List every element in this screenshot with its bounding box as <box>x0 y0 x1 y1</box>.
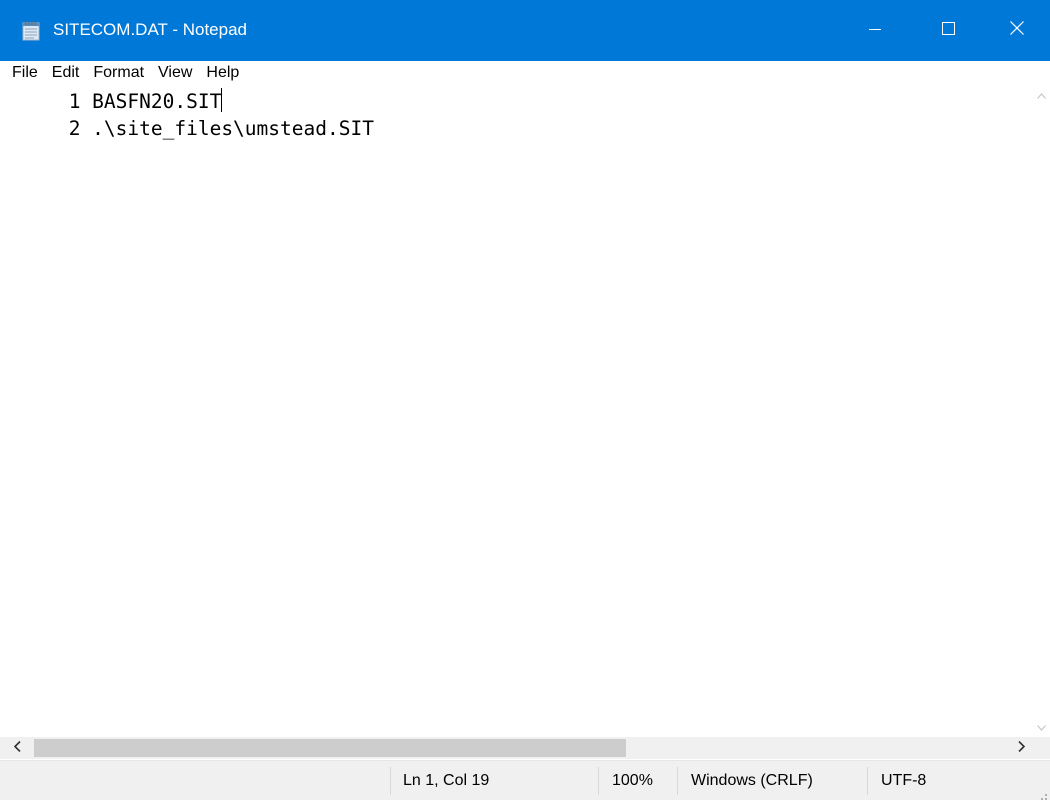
title-bar[interactable]: SITECOM.DAT - Notepad <box>0 0 1050 61</box>
notepad-icon[interactable] <box>22 21 40 41</box>
chevron-right-icon <box>1017 739 1025 757</box>
notepad-window: SITECOM.DAT - Notepad File Edit Format V… <box>0 0 1050 800</box>
menu-bar: File Edit Format View Help <box>0 61 1050 85</box>
chevron-left-icon <box>13 739 21 757</box>
status-separator <box>598 767 599 795</box>
editor-line: 1 BASFN20.SIT <box>10 90 222 113</box>
chevron-down-icon <box>1036 718 1046 736</box>
editor-content[interactable]: 1 BASFN20.SIT 2 .\site_files\umstead.SIT <box>10 88 374 142</box>
status-line-ending: Windows (CRLF) <box>691 772 813 789</box>
scroll-down-button[interactable] <box>1032 717 1050 737</box>
horizontal-scroll-thumb[interactable] <box>34 739 626 757</box>
scroll-right-button[interactable] <box>1004 737 1038 759</box>
menu-file[interactable]: File <box>0 62 45 84</box>
horizontal-scrollbar[interactable] <box>0 737 1050 759</box>
vertical-scrollbar[interactable] <box>1032 85 1050 737</box>
status-separator <box>867 767 868 795</box>
close-button[interactable] <box>984 0 1050 61</box>
maximize-icon <box>941 21 955 40</box>
close-icon <box>1010 21 1024 40</box>
scroll-left-button[interactable] <box>0 737 34 759</box>
menu-view[interactable]: View <box>151 62 199 84</box>
status-encoding: UTF-8 <box>881 772 927 789</box>
status-separator <box>677 767 678 795</box>
minimize-icon <box>869 22 881 40</box>
menu-format[interactable]: Format <box>86 62 151 84</box>
text-editor[interactable]: 1 BASFN20.SIT 2 .\site_files\umstead.SIT <box>2 85 1030 737</box>
status-bar: Ln 1, Col 19 100% Windows (CRLF) UTF-8 <box>0 760 1050 800</box>
menu-edit[interactable]: Edit <box>45 62 87 84</box>
minimize-button[interactable] <box>840 0 910 61</box>
scroll-up-button[interactable] <box>1032 85 1050 105</box>
menu-help[interactable]: Help <box>199 62 246 84</box>
status-cursor-position: Ln 1, Col 19 <box>403 772 490 789</box>
status-zoom: 100% <box>612 772 653 789</box>
editor-line: 2 .\site_files\umstead.SIT <box>10 117 374 140</box>
maximize-button[interactable] <box>913 0 983 61</box>
chevron-up-icon <box>1036 86 1046 104</box>
text-caret <box>221 88 223 112</box>
resize-grip-icon[interactable] <box>1037 787 1047 800</box>
window-title: SITECOM.DAT - Notepad <box>53 20 247 39</box>
